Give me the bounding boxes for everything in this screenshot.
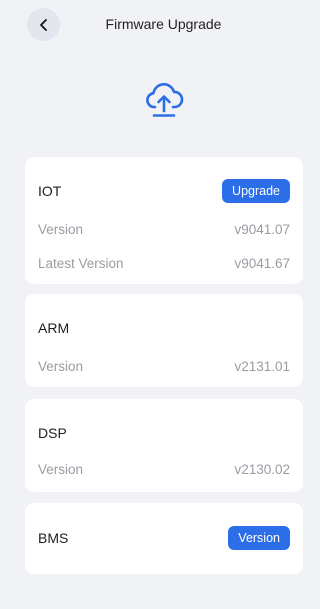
page-title: Firmware Upgrade [105, 16, 222, 32]
iot-header-row: IOT Upgrade [38, 179, 290, 203]
iot-version-value: v9041.07 [234, 221, 290, 237]
bms-module-name: BMS [38, 530, 69, 546]
arm-header-row: ARM [38, 316, 290, 340]
iot-version-row: Version v9041.07 [38, 217, 290, 241]
arm-version-row: Version v2131.01 [38, 354, 290, 378]
iot-latest-version-value: v9041.67 [234, 255, 290, 271]
arm-version-value: v2131.01 [234, 358, 290, 374]
bms-version-button[interactable]: Version [228, 526, 290, 550]
firmware-upgrade-screen: Firmware Upgrade IOT Upgrade Version v90… [0, 0, 319, 609]
iot-version-label: Version [38, 221, 84, 237]
dsp-version-row: Version v2130.02 [38, 457, 290, 481]
dsp-header-row: DSP [38, 421, 290, 445]
iot-module-name: IOT [38, 183, 62, 199]
bms-card: BMS Version [25, 503, 303, 574]
iot-card: IOT Upgrade Version v9041.07 Latest Vers… [25, 157, 303, 284]
arm-module-name: ARM [38, 320, 70, 336]
header: Firmware Upgrade [0, 0, 319, 50]
arm-card: ARM Version v2131.01 [25, 294, 303, 387]
arm-version-label: Version [38, 358, 84, 374]
iot-latest-version-row: Latest Version v9041.67 [38, 251, 290, 275]
iot-latest-version-label: Latest Version [38, 255, 124, 271]
dsp-version-label: Version [38, 461, 84, 477]
dsp-card: DSP Version v2130.02 [25, 399, 303, 492]
cloud-upload-icon [146, 83, 184, 117]
dsp-version-value: v2130.02 [234, 461, 290, 477]
upgrade-button[interactable]: Upgrade [222, 179, 290, 203]
dsp-module-name: DSP [38, 425, 67, 441]
bms-header-row: BMS Version [38, 526, 290, 550]
